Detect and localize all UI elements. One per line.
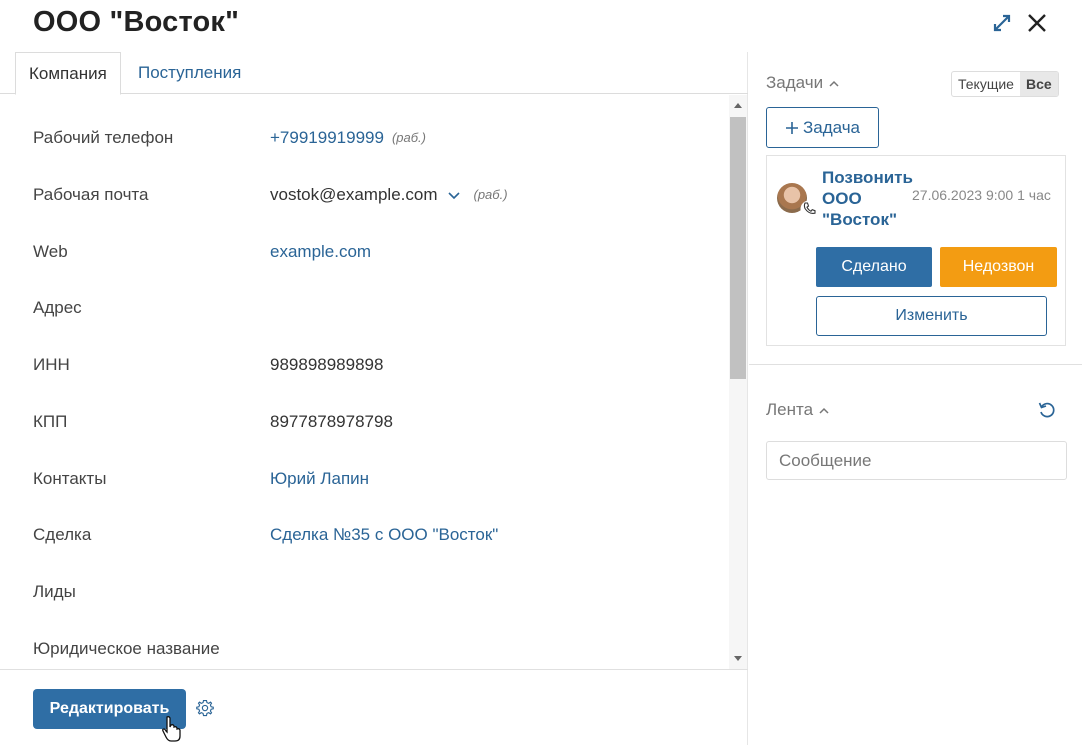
field-label: Рабочая почта [33,184,149,204]
field-row-work-phone: Рабочий телефон +79919919999 (раб.) [0,109,728,166]
page-title: ООО "Восток" [33,6,240,38]
scroll-up-arrow-icon[interactable] [734,103,742,108]
field-label: Web [33,241,68,261]
task-title-link[interactable]: Позвонить ООО "Восток" [822,167,913,230]
field-row-leads: Лиды [0,563,728,620]
missed-call-button[interactable]: Недозвон [940,247,1057,287]
field-value: vostok@example.com (раб.) [270,185,508,205]
field-label: Лиды [33,581,76,601]
field-label: Рабочий телефон [33,127,174,147]
tasks-title: Задачи [766,73,824,92]
field-row-deal: Сделка Сделка №35 с ООО "Восток" [0,506,728,563]
tasks-header[interactable]: Задачи [766,73,839,93]
field-label: Адрес [33,297,82,317]
field-row-kpp: КПП 8977878978798 [0,393,728,450]
gear-icon[interactable] [196,699,214,722]
type-tag: (раб.) [391,130,426,145]
window-controls [992,12,1048,34]
field-label: Контакты [33,468,107,488]
field-label: ИНН [33,354,70,374]
contact-link[interactable]: Юрий Лапин [270,469,369,489]
phone-icon [800,200,818,218]
tasks-filter-toggle: Текущие Все [951,71,1059,97]
email-value[interactable]: vostok@example.com [270,185,438,205]
field-row-inn: ИНН 989898989898 [0,336,728,393]
feed-header[interactable]: Лента [766,400,829,420]
field-row-address: Адрес [0,279,728,336]
chevron-up-icon [819,407,829,414]
change-button[interactable]: Изменить [816,296,1047,336]
footer-bar: Редактировать [0,669,748,745]
done-button[interactable]: Сделано [816,247,932,287]
phone-link[interactable]: +79919919999 [270,128,384,148]
deal-link[interactable]: Сделка №35 с ООО "Восток" [270,525,498,545]
field-value: 8977878978798 [270,411,393,431]
details-panel: Компания Поступления Рабочий телефон +79… [0,52,748,745]
feed-title: Лента [766,400,814,419]
add-task-label: Задача [802,117,861,137]
field-label: Юридическое название [33,638,220,658]
toggle-current[interactable]: Текущие [952,72,1020,96]
toggle-all[interactable]: Все [1019,72,1058,96]
field-label: КПП [33,411,68,431]
field-row-work-email: Рабочая почта vostok@example.com (раб.) [0,166,728,223]
divider [749,364,1082,365]
field-row-contacts: Контакты Юрий Лапин [0,450,728,507]
field-row-web: Web example.com [0,223,728,280]
task-card: Позвонить ООО "Восток" 27.06.2023 9:00 1… [766,155,1066,346]
task-meta: 27.06.2023 9:00 1 час [912,187,1051,203]
message-input[interactable] [766,441,1067,480]
field-value: +79919919999 (раб.) [270,128,426,148]
tab-company[interactable]: Компания [15,52,121,95]
field-value: 989898989898 [270,354,384,374]
web-link[interactable]: example.com [270,242,371,262]
tab-bar: Компания Поступления [0,52,748,95]
add-task-button[interactable]: Задача [766,107,879,148]
scrollbar[interactable] [729,95,747,669]
type-tag: (раб.) [473,187,508,202]
chevron-up-icon [829,80,839,87]
expand-icon[interactable] [992,13,1012,33]
scroll-thumb[interactable] [730,117,746,379]
chevron-down-icon[interactable] [447,185,460,205]
scroll-down-arrow-icon[interactable] [734,656,742,661]
tab-receipts[interactable]: Поступления [125,52,254,94]
field-list: Рабочий телефон +79919919999 (раб.) Рабо… [0,95,728,669]
close-icon[interactable] [1026,12,1048,34]
plus-icon [785,121,798,134]
field-row-legal-name: Юридическое название [0,620,728,669]
sidebar-panel: Задачи Текущие Все Задача Позвонить ООО … [749,52,1082,745]
hand-cursor-icon [161,715,183,745]
refresh-icon[interactable] [1037,400,1057,425]
field-label: Сделка [33,524,92,544]
